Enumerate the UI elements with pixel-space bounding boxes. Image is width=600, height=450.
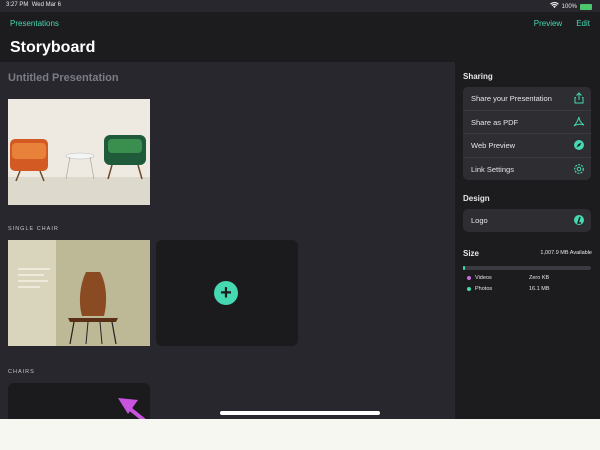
logo-label: Logo	[471, 216, 488, 225]
status-right: 100%	[549, 1, 592, 11]
web-preview-row[interactable]: Web Preview	[463, 134, 591, 158]
gear-icon	[573, 163, 585, 175]
app-screen: 3:27 PM Wed Mar 6 100% Presentations Pre…	[0, 0, 600, 419]
status-time: 3:27 PM Wed Mar 6	[6, 2, 61, 8]
web-preview-label: Web Preview	[471, 141, 516, 150]
size-available: 1,007.9 MB Available	[540, 250, 592, 256]
status-bar: 3:27 PM Wed Mar 6 100%	[0, 0, 600, 12]
share-pdf-row[interactable]: Share as PDF	[463, 111, 591, 134]
design-group: Logo	[463, 209, 591, 232]
two-chairs-photo	[8, 99, 150, 205]
preview-button[interactable]: Preview	[534, 19, 562, 28]
share-icon	[573, 92, 585, 104]
share-presentation-row[interactable]: Share your Presentation	[463, 87, 591, 111]
videos-size: Zero KB	[529, 275, 550, 281]
edit-button[interactable]: Edit	[576, 19, 590, 28]
sharing-heading: Sharing	[463, 72, 493, 81]
single-chair-photo	[8, 240, 150, 346]
slide-thumbnail-chairs-pair[interactable]	[8, 99, 150, 205]
presentation-title[interactable]: Untitled Presentation	[8, 72, 119, 84]
link-settings-row[interactable]: Link Settings	[463, 158, 591, 181]
home-indicator[interactable]	[220, 411, 380, 415]
annotation-arrow	[118, 398, 146, 419]
logo-row[interactable]: Logo	[463, 209, 591, 232]
add-slide-button[interactable]: +	[214, 281, 238, 305]
slide-thumbnail-single-chair[interactable]	[8, 240, 150, 346]
add-slide-placeholder[interactable]: +	[156, 240, 298, 346]
battery-percent: 100%	[561, 3, 577, 10]
usage-photos: Photos 16.1 MB	[467, 286, 549, 292]
page-title: Storyboard	[10, 39, 96, 56]
sidebar-panel: Sharing Share your Presentation Share as…	[455, 62, 600, 419]
storage-usage-bar	[463, 266, 591, 270]
size-heading: Size	[463, 249, 480, 258]
photos-dot-icon	[467, 286, 471, 291]
pdf-icon	[573, 116, 585, 128]
usage-videos: Videos Zero KB	[467, 275, 549, 281]
section-label-single-chair: SINGLE CHAIR	[8, 226, 59, 232]
link-settings-label: Link Settings	[471, 164, 514, 174]
compass-icon	[573, 139, 585, 151]
storage-usage-fill	[463, 266, 465, 270]
sharing-group: Share your Presentation Share as PDF Web…	[463, 87, 591, 180]
logo-icon	[573, 214, 585, 226]
navigation-bar: Presentations Preview Edit Storyboard	[0, 12, 600, 62]
battery-icon	[580, 3, 592, 10]
share-pdf-label: Share as PDF	[471, 117, 519, 127]
photos-size: 16.1 MB	[529, 286, 550, 292]
section-label-chairs: CHAIRS	[8, 369, 35, 375]
videos-dot-icon	[467, 275, 471, 280]
wifi-icon	[549, 1, 559, 11]
share-presentation-label: Share your Presentation	[471, 94, 552, 103]
storyboard-canvas: Untitled Presentation SINGLE CHAIR + CHA…	[0, 62, 455, 419]
nav-actions: Preview Edit	[534, 19, 590, 28]
presentations-back-button[interactable]: Presentations	[10, 19, 59, 28]
design-heading: Design	[463, 194, 490, 203]
